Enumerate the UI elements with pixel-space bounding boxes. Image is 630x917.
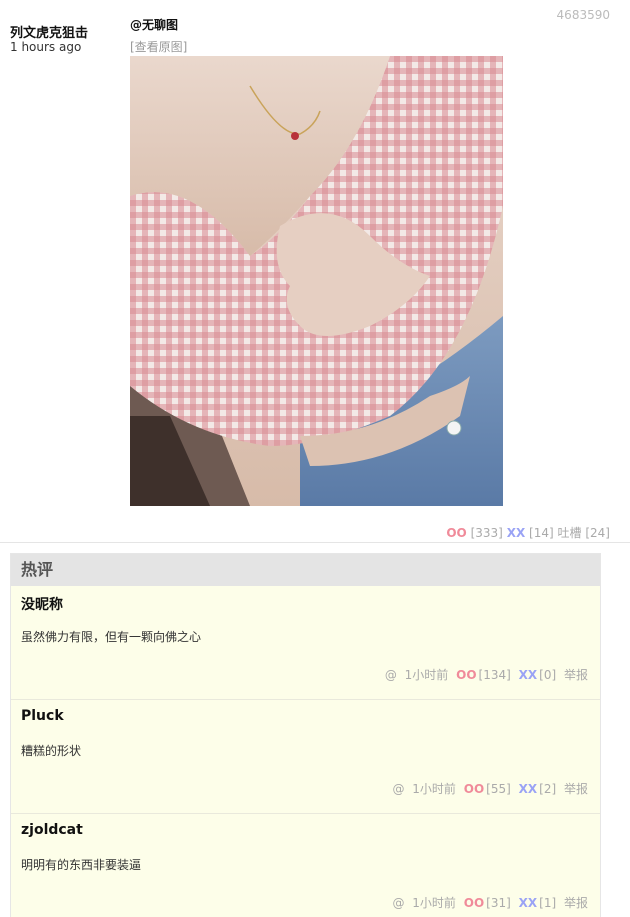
- oo-count: [333]: [470, 526, 503, 540]
- xx-count: [14]: [529, 526, 554, 540]
- comment-time: 1小时前: [412, 896, 456, 910]
- post-vote-bar: OO [333] XX [14] 吐槽 [24]: [446, 524, 610, 541]
- xx-count: [2]: [539, 782, 557, 796]
- comment-text: 虽然佛力有限，但有一颗向佛之心: [21, 630, 202, 644]
- oo-vote-button[interactable]: OO: [456, 668, 476, 682]
- xx-count: [1]: [539, 896, 557, 910]
- oo-count: [55]: [486, 782, 511, 796]
- comment-item: zjoldcat 明明有的东西非要装逼 @ 1小时前 OO [31] XX [1] …: [11, 814, 600, 917]
- comment-item: Pluck 糟糕的形状 @ 1小时前 OO [55] XX [2] 举报: [11, 700, 600, 814]
- xx-vote-button[interactable]: XX: [519, 782, 538, 796]
- oo-count: [31]: [486, 896, 511, 910]
- oo-vote-button[interactable]: OO: [446, 526, 466, 540]
- xx-vote-button[interactable]: XX: [507, 526, 526, 540]
- post-time: 1 hours ago: [10, 40, 82, 54]
- oo-vote-button[interactable]: OO: [464, 896, 484, 910]
- comment-meta: @ 1小时前 OO [31] XX [1] 举报: [388, 894, 588, 911]
- reply-at-button[interactable]: @: [392, 896, 404, 910]
- comment-author[interactable]: zjoldcat: [21, 822, 83, 838]
- view-original-link[interactable]: [查看原图]: [130, 38, 187, 55]
- hot-comments-panel: 热评 没昵称 虽然佛力有限，但有一颗向佛之心 @ 1小时前 OO [134] XX…: [10, 553, 601, 917]
- comment-time: 1小时前: [412, 782, 456, 796]
- xx-vote-button[interactable]: XX: [519, 896, 538, 910]
- oo-vote-button[interactable]: OO: [464, 782, 484, 796]
- tucao-button[interactable]: 吐槽: [558, 526, 582, 540]
- oo-count: [134]: [478, 668, 511, 682]
- report-button[interactable]: 举报: [564, 782, 588, 796]
- comment-meta: @ 1小时前 OO [134] XX [0] 举报: [381, 666, 588, 683]
- hot-comments-title: 热评: [11, 554, 600, 586]
- post-id[interactable]: 4683590: [557, 8, 610, 22]
- xx-vote-button[interactable]: XX: [519, 668, 538, 682]
- comment-time: 1小时前: [404, 668, 449, 682]
- reply-at-button[interactable]: @: [385, 668, 397, 682]
- post-author[interactable]: 列文虎克狙击: [10, 22, 88, 41]
- comment-author[interactable]: Pluck: [21, 708, 64, 724]
- reply-at-button[interactable]: @: [392, 782, 404, 796]
- comment-text: 明明有的东西非要装逼: [21, 858, 142, 872]
- xx-count: [0]: [539, 668, 557, 682]
- report-button[interactable]: 举报: [564, 668, 588, 682]
- comment-text: 糟糕的形状: [21, 744, 82, 758]
- post-photo[interactable]: [130, 56, 503, 506]
- comment-author[interactable]: 没昵称: [21, 594, 63, 614]
- comment-meta: @ 1小时前 OO [55] XX [2] 举报: [388, 780, 588, 797]
- comment-item: 没昵称 虽然佛力有限，但有一颗向佛之心 @ 1小时前 OO [134] XX [0]…: [11, 586, 600, 700]
- report-button[interactable]: 举报: [564, 896, 588, 910]
- post: 列文虎克狙击 1 hours ago 4683590 @无聊图 [查看原图] O…: [0, 0, 630, 543]
- tucao-count: [24]: [585, 526, 610, 540]
- photo-image: [130, 56, 503, 506]
- post-mention[interactable]: @无聊图: [130, 16, 178, 33]
